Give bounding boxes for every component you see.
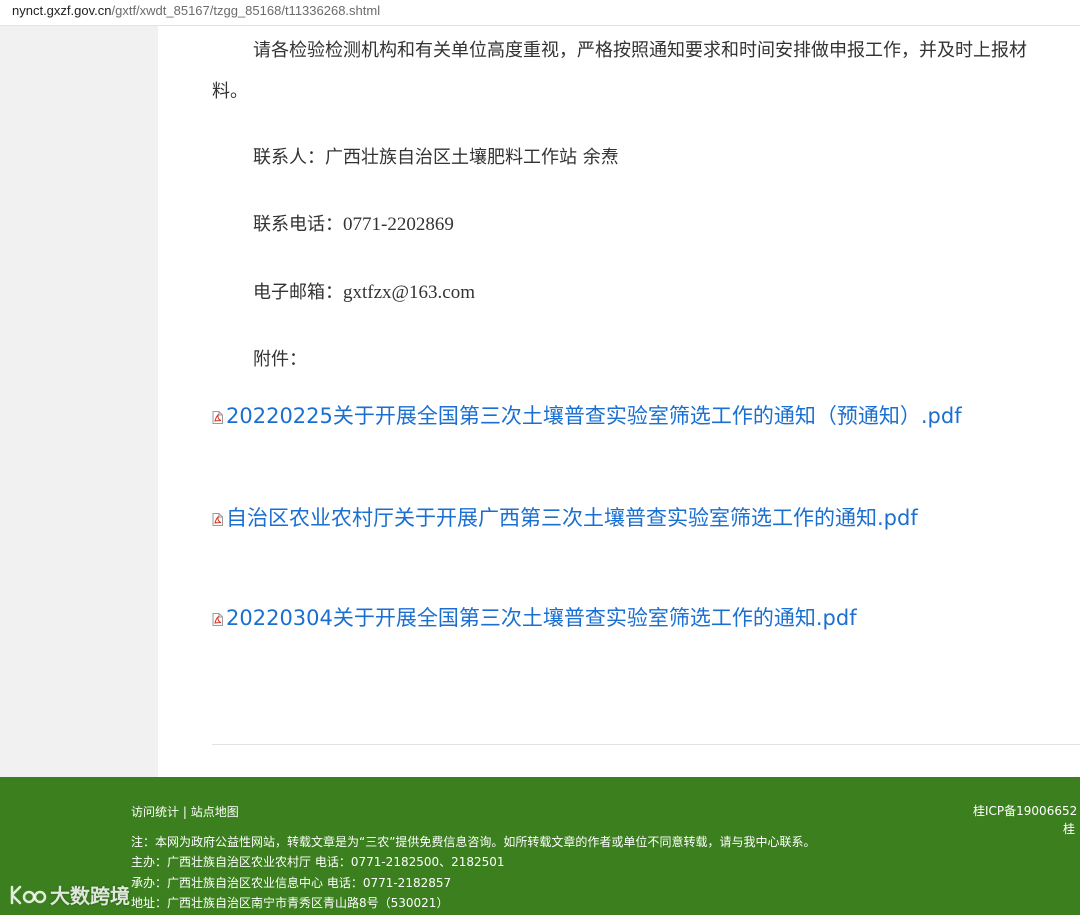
footer-organizer: 承办：广西壮族自治区农业信息中心 电话：0771-2182857: [131, 876, 452, 890]
content-divider: [212, 744, 1080, 745]
left-gutter: [0, 26, 158, 777]
site-map-link[interactable]: 站点地图: [191, 805, 239, 819]
url-text[interactable]: nynct.gxzf.gov.cn/gxtf/xwdt_85167/tzgg_8…: [12, 3, 380, 18]
attachment-link-1[interactable]: 20220225关于开展全国第三次土壤普查实验室筛选工作的通知（预通知）.pdf: [212, 400, 962, 430]
contact-line: 联系人：广西壮族自治区土壤肥料工作站 余焘: [253, 143, 619, 169]
attachment-link-3[interactable]: 20220304关于开展全国第三次土壤普查实验室筛选工作的通知.pdf: [212, 602, 857, 632]
attachment-link-text: 20220304关于开展全国第三次土壤普查实验室筛选工作的通知.pdf: [226, 606, 857, 630]
email-line: 电子邮箱：gxtfzx@163.com: [253, 278, 475, 304]
footer-address: 地址：广西壮族自治区南宁市青秀区青山路8号（530021）: [131, 896, 449, 910]
site-footer: 访问统计 | 站点地图 注：本网为政府公益性网站，转载文章是为“三农”提供免费信…: [0, 777, 1080, 915]
footer-note: 注：本网为政府公益性网站，转载文章是为“三农”提供免费信息咨询。如所转载文章的作…: [131, 835, 816, 849]
article-content: 请各检验检测机构和有关单位高度重视，严格按照通知要求和时间安排做申报工作，并及时…: [158, 26, 1080, 777]
attachment-link-text: 20220225关于开展全国第三次土壤普查实验室筛选工作的通知（预通知）.pdf: [226, 404, 962, 428]
watermark-text: 大数跨境: [50, 884, 130, 908]
url-host: nynct.gxzf.gov.cn: [12, 3, 112, 18]
footer-icp[interactable]: 桂ICP备19006652: [973, 802, 1077, 819]
contact-value: 广西壮族自治区土壤肥料工作站 余焘: [325, 147, 619, 168]
attachments-label: 附件：: [253, 349, 307, 370]
email-label: 电子邮箱：: [253, 282, 343, 303]
watermark: 大数跨境: [8, 880, 130, 910]
phone-line: 联系电话：0771-2202869: [253, 210, 454, 236]
pdf-icon: [212, 513, 223, 526]
address-bar[interactable]: nynct.gxzf.gov.cn/gxtf/xwdt_85167/tzgg_8…: [0, 0, 1080, 26]
attachment-link-2[interactable]: 自治区农业农村厅关于开展广西第三次土壤普查实验室筛选工作的通知.pdf: [212, 502, 918, 532]
phone-label: 联系电话：: [253, 214, 343, 235]
visit-stats-link[interactable]: 访问统计: [131, 805, 179, 819]
pdf-icon: [212, 613, 223, 626]
notice-paragraph-line1: 请各检验检测机构和有关单位高度重视，严格按照通知要求和时间安排做申报工作，并及时…: [253, 40, 1027, 61]
url-path: /gxtf/xwdt_85167/tzgg_85168/t11336268.sh…: [111, 3, 381, 18]
footer-link-separator: |: [182, 805, 187, 819]
attachment-link-text: 自治区农业农村厅关于开展广西第三次土壤普查实验室筛选工作的通知.pdf: [226, 506, 918, 530]
email-value: gxtfzx@163.com: [343, 282, 475, 303]
footer-links: 访问统计 | 站点地图: [131, 803, 239, 820]
notice-paragraph-line2: 料。: [212, 81, 248, 102]
pdf-icon: [212, 411, 223, 424]
phone-value: 0771-2202869: [343, 214, 454, 235]
footer-icp-line2: 桂: [1063, 822, 1076, 836]
contact-label: 联系人：: [253, 147, 325, 168]
footer-sponsor: 主办：广西壮族自治区农业农村厅 电话：0771-2182500、2182501: [131, 855, 505, 869]
watermark-logo-icon: [10, 885, 47, 904]
